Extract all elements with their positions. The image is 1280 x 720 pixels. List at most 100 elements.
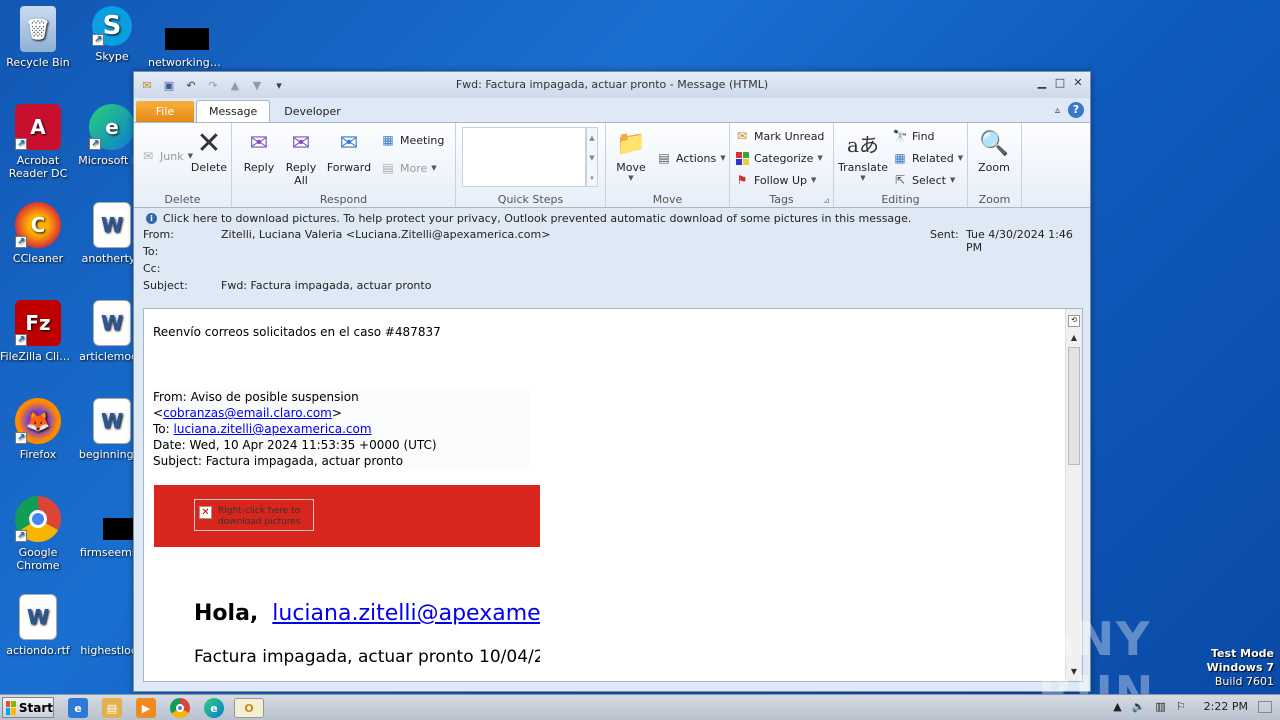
maximize-button[interactable]: □ (1052, 76, 1068, 90)
ribbon-tabs: File Message Developer ▵ ? (134, 98, 1090, 122)
forward-icon: ✉ (339, 130, 359, 156)
move-folder-icon: 📁 (616, 129, 646, 157)
chrome-taskbar-icon[interactable] (170, 698, 190, 718)
forward-button[interactable]: ✉ Forward (326, 127, 372, 175)
show-hidden-icons[interactable]: ▲ (1113, 700, 1121, 713)
action-center-flag-icon[interactable]: ⚐ (1176, 700, 1186, 713)
edge-taskbar-icon[interactable]: e (204, 698, 224, 718)
from-value[interactable]: Zitelli, Luciana Valeria <Luciana.Zitell… (221, 228, 550, 241)
desktop-icon-filezilla[interactable]: Fz ↗ FileZilla Client (0, 300, 76, 363)
desktop-icon-skype[interactable]: S ↗ Skype (74, 6, 150, 63)
firefox-icon: 🦊 ↗ (15, 398, 61, 444)
close-button[interactable]: ✕ (1070, 76, 1086, 90)
filezilla-icon: Fz ↗ (15, 300, 61, 346)
tags-dialog-launcher-icon[interactable]: ⊿ (823, 196, 830, 205)
reply-icon: ✉ (249, 130, 269, 156)
volume-icon[interactable]: 🔈 (1132, 700, 1146, 713)
collapse-ribbon-icon[interactable]: ▵ (1055, 105, 1060, 116)
actions-icon: ▤ (658, 151, 670, 165)
scroll-up-arrow[interactable]: ▲ (1068, 333, 1080, 345)
from-label: From: (143, 228, 174, 241)
media-player-taskbar-icon[interactable]: ▶ (136, 698, 156, 718)
network-icon[interactable]: ▥ (1155, 700, 1165, 713)
message-header: From: Zitelli, Luciana Valeria <Luciana.… (134, 228, 1090, 308)
find-icon: 🔭 (892, 129, 908, 143)
desktop-icon-acrobat[interactable]: A ↗ Acrobat Reader DC (0, 104, 76, 180)
group-respond: ✉ Reply ✉ Reply All ✉ Forward ▦ Meeting … (232, 123, 456, 207)
more-icon: ▤ (382, 161, 394, 175)
group-delete: ✉ Junk ▼ ✕ Delete Delete (134, 123, 232, 207)
junk-button[interactable]: ✉ Junk ▼ (140, 145, 193, 167)
mark-unread-button[interactable]: ✉ Mark Unread (734, 125, 824, 147)
outlook-message-window: ✉ ▣ ↶ ↷ ▲ ▼ ▾ Fwd: Factura impagada, act… (133, 71, 1091, 692)
delete-button[interactable]: ✕ Delete (188, 125, 230, 175)
info-icon: i (146, 212, 157, 224)
greeting-email-link[interactable]: luciana.zitelli@apexamerica.com (272, 601, 540, 626)
fwd-subject: Subject: Factura impagada, actuar pronto (153, 454, 404, 468)
message-options-icon[interactable]: ⟲ (1068, 315, 1080, 327)
tab-message[interactable]: Message (196, 100, 271, 122)
ie-taskbar-icon[interactable]: e (68, 698, 88, 718)
related-icon: ▦ (894, 151, 906, 165)
clock[interactable]: 2:22 PM (1204, 700, 1248, 713)
desktop-icon-actiondo[interactable]: W actiondo.rtf (0, 594, 76, 657)
blocked-image-placeholder[interactable]: ✕ Right-click here to download pictures (194, 499, 314, 531)
fwd-to-line: To: luciana.zitelli@apexamerica.com (153, 422, 372, 436)
greeting-line: Hola, luciana.zitelli@apexamerica.com (194, 601, 540, 626)
more-respond-button[interactable]: ▤ More ▼ (380, 157, 436, 179)
move-button[interactable]: 📁 Move ▼ (610, 127, 652, 182)
zoom-button[interactable]: 🔍 Zoom (973, 127, 1015, 174)
show-desktop-button[interactable] (1258, 700, 1272, 713)
outlook-taskbar-icon[interactable]: O (234, 698, 264, 718)
group-zoom: 🔍 Zoom Zoom (968, 123, 1022, 207)
help-icon[interactable]: ? (1068, 102, 1084, 118)
zoom-magnifier-icon: 🔍 (979, 129, 1009, 157)
invoice-line: Factura impagada, actuar pronto 10/04/20… (194, 647, 540, 667)
desktop-icon-firefox[interactable]: 🦊 ↗ Firefox (0, 398, 76, 461)
reply-all-button[interactable]: ✉ Reply All (280, 127, 322, 188)
group-quick-steps: ▲ ▼ ▾ Quick Steps (456, 123, 606, 207)
skype-icon: S ↗ (92, 6, 132, 46)
subject-value: Fwd: Factura impagada, actuar pronto (221, 279, 432, 292)
actions-button[interactable]: ▤ Actions ▼ (656, 147, 725, 169)
categorize-button[interactable]: Categorize ▼ (734, 147, 823, 169)
desktop-icon-recycle-bin[interactable]: 🗑 Recycle Bin (0, 6, 76, 69)
group-tags: ✉ Mark Unread Categorize ▼ ⚑ Follow Up ▼ T… (730, 123, 834, 207)
message-body[interactable]: Reenvío correos solicitados en el caso #… (143, 308, 1083, 682)
word-doc-icon: W (93, 202, 131, 248)
desktop-icon-networking[interactable]: networkinge... (148, 6, 224, 69)
download-pictures-infobar[interactable]: i Click here to download pictures. To he… (134, 208, 1090, 228)
start-button[interactable]: Start (2, 697, 54, 718)
edge-icon: e ↗ (89, 104, 135, 150)
delete-x-icon: ✕ (196, 125, 222, 161)
quick-steps-gallery[interactable] (462, 127, 586, 187)
to-label: To: (143, 245, 159, 258)
find-button[interactable]: 🔭 Find (892, 125, 935, 147)
explorer-taskbar-icon[interactable]: ▤ (102, 698, 122, 718)
quick-steps-scroll[interactable]: ▲ ▼ ▾ (586, 127, 598, 187)
desktop-icon-ccleaner[interactable]: C ↗ CCleaner (0, 202, 76, 265)
tab-developer[interactable]: Developer (272, 101, 353, 122)
tab-file[interactable]: File (136, 101, 194, 122)
follow-up-button[interactable]: ⚑ Follow Up ▼ (734, 169, 817, 191)
file-icon (163, 6, 209, 52)
minimize-button[interactable]: ▁ (1034, 76, 1050, 90)
select-button[interactable]: ⇱ Select ▼ (892, 169, 955, 191)
sent-value: Tue 4/30/2024 1:46 PM (966, 228, 1073, 254)
chrome-icon: ↗ (15, 496, 61, 542)
translate-button[interactable]: aあ Translate ▼ (838, 127, 888, 183)
mark-unread-icon: ✉ (736, 129, 748, 143)
fwd-from-email-link[interactable]: cobranzas@email.claro.com (163, 406, 332, 420)
desktop-icon-chrome[interactable]: ↗ Google Chrome (0, 496, 76, 572)
acrobat-icon: A ↗ (15, 104, 61, 150)
title-bar: ✉ ▣ ↶ ↷ ▲ ▼ ▾ Fwd: Factura impagada, act… (134, 72, 1090, 98)
related-button[interactable]: ▦ Related ▼ (892, 147, 963, 169)
fwd-to-email-link[interactable]: luciana.zitelli@apexamerica.com (174, 422, 372, 436)
scroll-thumb[interactable] (1068, 347, 1080, 465)
ribbon: ✉ Junk ▼ ✕ Delete Delete ✉ Reply ✉ Reply … (134, 122, 1090, 208)
group-editing: aあ Translate ▼ 🔭 Find ▦ Related ▼ ⇱ Selec… (834, 123, 968, 207)
reply-button[interactable]: ✉ Reply (238, 127, 280, 175)
window-controls: ▁ □ ✕ (1034, 76, 1086, 90)
forwarded-header: From: Aviso de posible suspension <cobra… (153, 389, 529, 469)
meeting-button[interactable]: ▦ Meeting (380, 129, 444, 151)
